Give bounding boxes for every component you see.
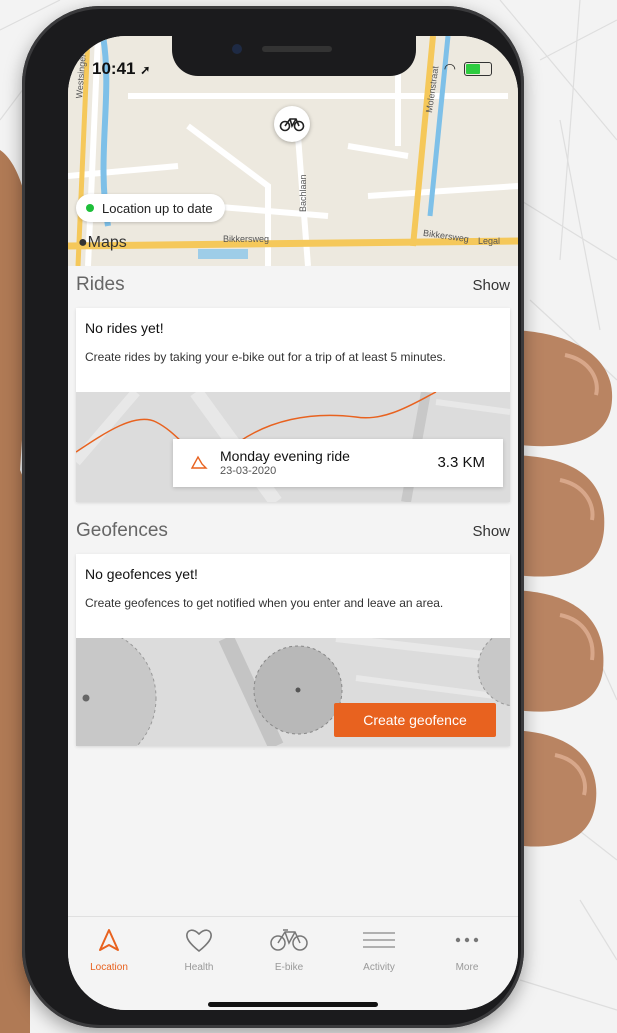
front-camera [232,44,242,54]
maps-brand-text: Maps [87,234,127,251]
bike-location-pin[interactable] [274,106,310,142]
ride-route-icon [190,455,208,469]
street-label: Legal [478,236,501,246]
battery-icon [464,61,492,76]
tab-label: E-bike [274,962,304,973]
ride-name: Monday evening ride [220,448,350,464]
tab-label: More [455,962,479,973]
rides-show-link[interactable]: Show [472,277,510,294]
tab-e-bike[interactable]: E-bike [254,927,324,973]
location-arrow-icon [99,929,119,951]
phone-notch [172,36,416,76]
rides-empty-title: No rides yet! [85,320,164,336]
ride-date: 23-03-2020 [220,465,277,477]
street-label: Bikkersweg [223,234,270,244]
rides-card: No rides yet! Create rides by taking you… [76,308,510,502]
geofences-card: No geofences yet! Create geofences to ge… [76,554,510,746]
home-indicator[interactable] [208,1002,378,1007]
wifi-icon: ◠ [443,60,456,76]
status-dot [86,204,94,212]
apple-icon: ● [78,234,88,251]
speaker-grille [262,46,332,52]
status-icons: ◠ [444,60,492,77]
create-geofence-button[interactable]: Create geofence [334,703,496,737]
tab-label: Location [90,962,128,973]
rides-title: Rides [76,274,125,295]
menu-lines-icon [363,932,395,948]
bicycle-icon [279,118,305,132]
rides-header: Rides Show [76,274,510,296]
tab-more[interactable]: More [432,927,502,973]
tab-label: Health [184,962,214,973]
more-dots-icon [455,937,479,943]
rides-illustration: Monday evening ride 23-03-2020 3.3 KM [76,392,510,502]
location-status-text: Location up to date [102,200,213,216]
rides-empty-description: Create rides by taking your e-bike out f… [85,350,446,364]
location-status-pill: Location up to date [76,194,225,222]
geofences-empty-title: No geofences yet! [85,566,198,582]
bicycle-icon [270,929,308,951]
location-arrow-small-icon: ➚ [140,63,151,77]
status-time: 10:41 ➚ [92,59,151,78]
heart-icon [186,929,212,953]
tab-health[interactable]: Health [164,927,234,973]
tab-location[interactable]: Location [74,927,144,973]
maps-brand: ●Maps [78,234,127,252]
tab-label: Activity [363,962,395,973]
sample-ride-card[interactable]: Monday evening ride 23-03-2020 3.3 KM [173,439,503,487]
ride-distance: 3.3 KM [437,454,485,471]
geofences-illustration: Create geofence [76,638,510,746]
bottom-tab-bar: Location Health E-bike Activity More [68,916,518,1010]
geofences-empty-description: Create geofences to get notified when yo… [85,596,444,610]
phone-frame: Westsingel Molenstraat Bachlaan Bikkersw… [22,6,524,1028]
tab-activity[interactable]: Activity [344,927,414,973]
geofences-show-link[interactable]: Show [472,523,510,540]
geofences-title: Geofences [76,520,168,541]
street-label: Bachlaan [298,174,308,212]
geofences-header: Geofences Show [76,520,510,542]
app-screen: Westsingel Molenstraat Bachlaan Bikkersw… [68,36,518,1010]
